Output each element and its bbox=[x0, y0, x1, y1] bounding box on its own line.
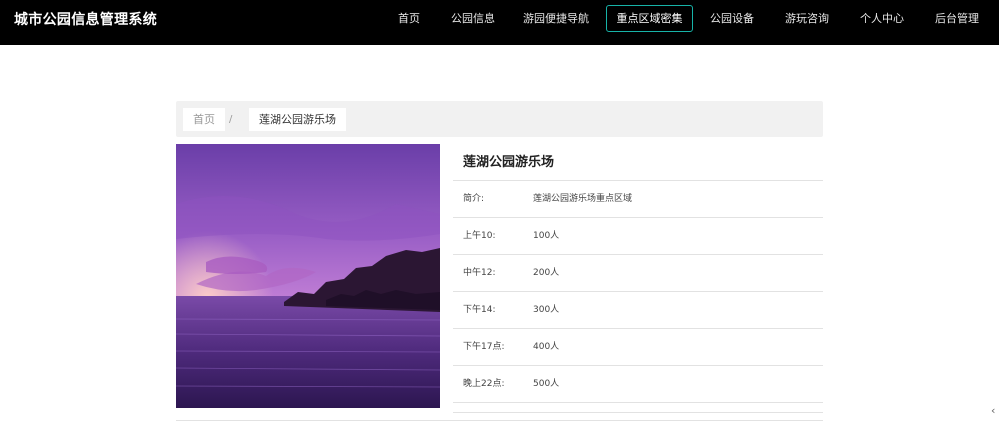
detail-value: 莲湖公园游乐场重点区域 bbox=[533, 194, 633, 204]
detail-value: 200人 bbox=[533, 268, 560, 278]
nav-item-home[interactable]: 首页 bbox=[388, 6, 430, 32]
breadcrumb-home-link[interactable]: 首页 bbox=[183, 108, 225, 131]
detail-row-10am: 上午10: 100人 bbox=[453, 218, 823, 255]
nav-item-park-navigation[interactable]: 游园便捷导航 bbox=[515, 6, 597, 32]
area-photo bbox=[176, 144, 440, 408]
detail-row-intro: 简介: 莲湖公园游乐场重点区域 bbox=[453, 181, 823, 218]
detail-label: 上午10: bbox=[463, 231, 496, 241]
top-navbar: 城市公园信息管理系统 首页 公园信息 游园便捷导航 重点区域密集 公园设备 游玩… bbox=[0, 0, 999, 45]
sunset-sea-image bbox=[176, 144, 440, 408]
detail-value: 300人 bbox=[533, 305, 560, 315]
nav-item-park-info[interactable]: 公园信息 bbox=[444, 6, 502, 32]
nav-item-personal-center[interactable]: 个人中心 bbox=[852, 6, 912, 32]
site-title[interactable]: 城市公园信息管理系统 bbox=[14, 9, 157, 29]
detail-label: 简介: bbox=[463, 194, 485, 204]
detail-label: 下午17点: bbox=[463, 342, 505, 352]
detail-value: 500人 bbox=[533, 379, 560, 389]
nav-item-visit-consulting[interactable]: 游玩咨询 bbox=[777, 6, 837, 32]
detail-row-noon: 中午12: 200人 bbox=[453, 255, 823, 292]
detail-row-5pm: 下午17点: 400人 bbox=[453, 329, 823, 366]
collapse-arrow-icon[interactable]: ‹ bbox=[991, 404, 995, 417]
breadcrumb-separator: / bbox=[229, 114, 233, 125]
nav-item-park-equipment[interactable]: 公园设备 bbox=[703, 6, 761, 32]
area-detail-panel: 莲湖公园游乐场 简介: 莲湖公园游乐场重点区域 上午10: 100人 中午12:… bbox=[453, 144, 823, 403]
breadcrumb: 首页 / 莲湖公园游乐场 bbox=[176, 101, 823, 137]
divider bbox=[453, 412, 823, 413]
detail-value: 400人 bbox=[533, 342, 560, 352]
detail-row-10pm: 晚上22点: 500人 bbox=[453, 366, 823, 403]
detail-label: 下午14: bbox=[463, 305, 496, 315]
divider bbox=[176, 420, 823, 421]
detail-row-2pm: 下午14: 300人 bbox=[453, 292, 823, 329]
detail-label: 晚上22点: bbox=[463, 379, 505, 389]
detail-value: 100人 bbox=[533, 231, 560, 241]
area-title: 莲湖公园游乐场 bbox=[453, 144, 823, 181]
nav-item-key-area-density[interactable]: 重点区域密集 bbox=[606, 5, 693, 32]
nav-item-admin[interactable]: 后台管理 bbox=[926, 6, 988, 32]
detail-label: 中午12: bbox=[463, 268, 496, 278]
breadcrumb-current: 莲湖公园游乐场 bbox=[249, 108, 346, 131]
